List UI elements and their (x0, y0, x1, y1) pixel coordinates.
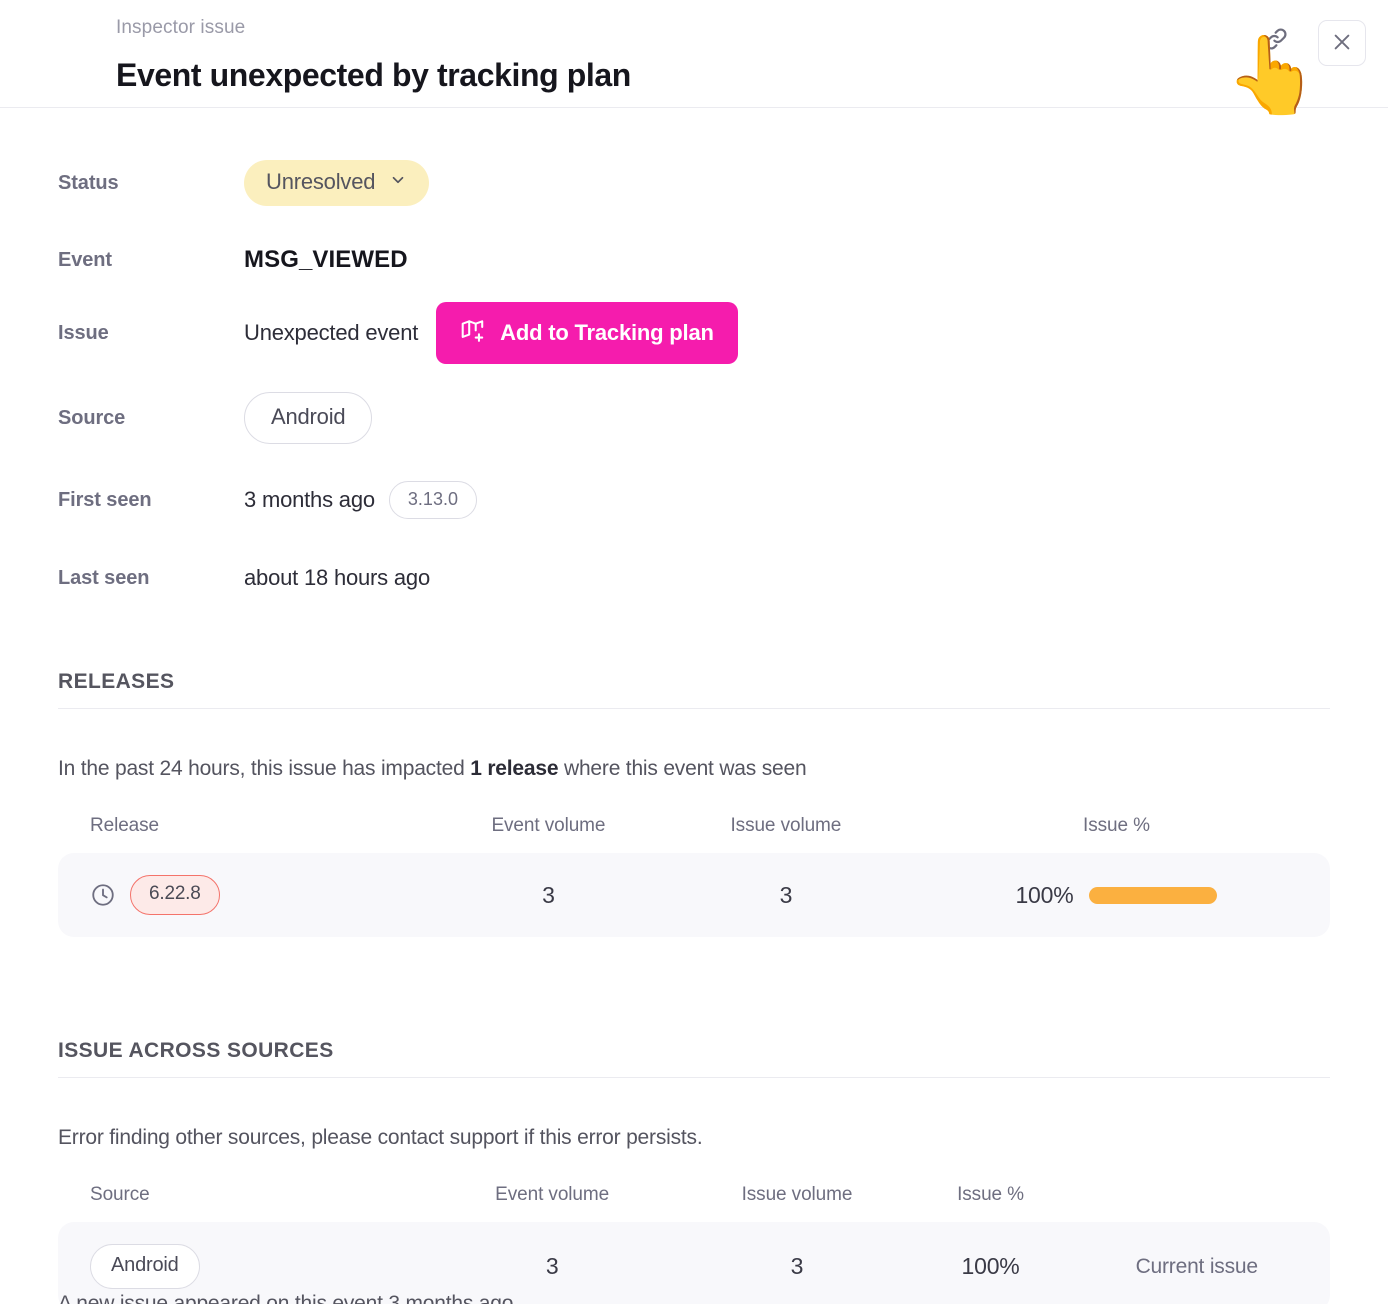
col-source: Source (90, 1184, 150, 1205)
release-event-volume: 3 (542, 881, 555, 908)
source-issue-pct: 100% (961, 1253, 1020, 1279)
releases-description: In the past 24 hours, this issue has imp… (58, 757, 1330, 781)
last-seen-value: about 18 hours ago (244, 565, 430, 590)
detail-row-last-seen: Last seen about 18 hours ago (58, 558, 1388, 598)
status-badge[interactable]: Unresolved (244, 160, 430, 206)
release-cell: 6.22.8 (58, 853, 428, 937)
releases-description-prefix: In the past 24 hours, this issue has imp… (58, 757, 471, 780)
col-release: Release (90, 815, 160, 836)
first-seen-version-pill[interactable]: 3.13.0 (388, 481, 477, 519)
releases-section: RELEASES In the past 24 hours, this issu… (0, 670, 1388, 937)
add-to-tracking-plan-label: Add to Tracking plan (500, 320, 714, 345)
col-issue-pct: Issue % (1083, 815, 1150, 836)
breadcrumb: Inspector issue (116, 17, 246, 38)
release-issue-pct-cell: 100% (903, 853, 1330, 937)
col-event-volume: Event volume (491, 815, 606, 836)
table-row[interactable]: Android 3 3 100% Current issue (58, 1222, 1330, 1304)
col-source-event-volume: Event volume (495, 1184, 610, 1205)
releases-description-strong: 1 release (470, 757, 559, 780)
source-label: Source (58, 406, 126, 429)
header-actions (1256, 20, 1366, 66)
sources-table-head: Source Event volume Issue volume Issue % (58, 1184, 1330, 1222)
clipped-footer-label: A new issue appeared on this event 3 mon… (58, 1294, 818, 1304)
detail-row-issue: Issue Unexpected event Add to Tracking p… (58, 302, 1388, 364)
sources-header-row: Source Event volume Issue volume Issue % (58, 1184, 1330, 1222)
link-icon (1262, 25, 1290, 56)
col-source-issue-pct: Issue % (957, 1184, 1024, 1205)
add-to-tracking-plan-button[interactable]: Add to Tracking plan (436, 302, 738, 364)
source-cell: Android (58, 1222, 428, 1304)
last-seen-label: Last seen (58, 566, 150, 589)
first-seen-label: First seen (58, 488, 152, 511)
status-label: Status (58, 171, 119, 194)
first-seen-value: 3 months ago (244, 487, 375, 512)
releases-section-title: RELEASES (58, 670, 1330, 709)
source-issue-volume: 3 (790, 1253, 804, 1279)
release-issue-pct-bar (1089, 886, 1218, 904)
source-event-volume: 3 (545, 1253, 559, 1279)
releases-table-body: 6.22.8 3 3 100% (58, 853, 1330, 937)
release-issue-volume: 3 (779, 881, 793, 908)
table-row[interactable]: 6.22.8 3 3 100% (58, 853, 1330, 937)
sources-table: Source Event volume Issue volume Issue %… (58, 1184, 1330, 1304)
event-name: MSG_VIEWED (244, 246, 408, 273)
issue-details: Status Unresolved Event MSG_VIEWED Issue… (0, 108, 1388, 598)
col-source-note (1063, 1184, 1330, 1222)
map-plus-icon (460, 317, 486, 349)
clock-icon (90, 882, 116, 908)
sources-section: ISSUE ACROSS SOURCES Error finding other… (0, 1039, 1388, 1304)
status-value: Unresolved (266, 169, 376, 194)
issue-value: Unexpected event (244, 320, 419, 345)
sources-section-title: ISSUE ACROSS SOURCES (58, 1039, 1330, 1078)
release-version-badge[interactable]: 6.22.8 (130, 875, 220, 915)
copy-link-button[interactable] (1256, 20, 1296, 60)
releases-table: Release Event volume Issue volume Issue … (58, 815, 1330, 937)
releases-header-row: Release Event volume Issue volume Issue … (58, 815, 1330, 853)
close-icon (1331, 31, 1353, 56)
detail-row-first-seen: First seen 3 months ago 3.13.0 (58, 480, 1388, 520)
release-issue-pct-value: 100% (1015, 881, 1074, 908)
releases-description-suffix: where this event was seen (558, 757, 807, 780)
clipped-footer-text: A new issue appeared on this event 3 mon… (58, 1294, 818, 1304)
event-label: Event (58, 248, 112, 271)
sources-description: Error finding other sources, please cont… (58, 1126, 703, 1149)
sources-table-body: Android 3 3 100% Current issue (58, 1222, 1330, 1304)
close-button[interactable] (1318, 20, 1366, 66)
source-pill[interactable]: Android (244, 392, 373, 444)
page-title: Event unexpected by tracking plan (116, 57, 631, 93)
col-source-issue-volume: Issue volume (741, 1184, 853, 1205)
releases-table-head: Release Event volume Issue volume Issue … (58, 815, 1330, 853)
detail-row-source: Source Android (58, 392, 1388, 444)
detail-row-status: Status Unresolved (58, 160, 1388, 206)
detail-row-event: Event MSG_VIEWED (58, 240, 1388, 280)
source-name-pill[interactable]: Android (90, 1244, 200, 1289)
source-current-issue-note: Current issue (1135, 1254, 1258, 1278)
col-issue-volume: Issue volume (730, 815, 842, 836)
panel-header: Inspector issue Event unexpected by trac… (0, 0, 1388, 114)
issue-label: Issue (58, 321, 109, 344)
chevron-down-icon (389, 169, 407, 195)
